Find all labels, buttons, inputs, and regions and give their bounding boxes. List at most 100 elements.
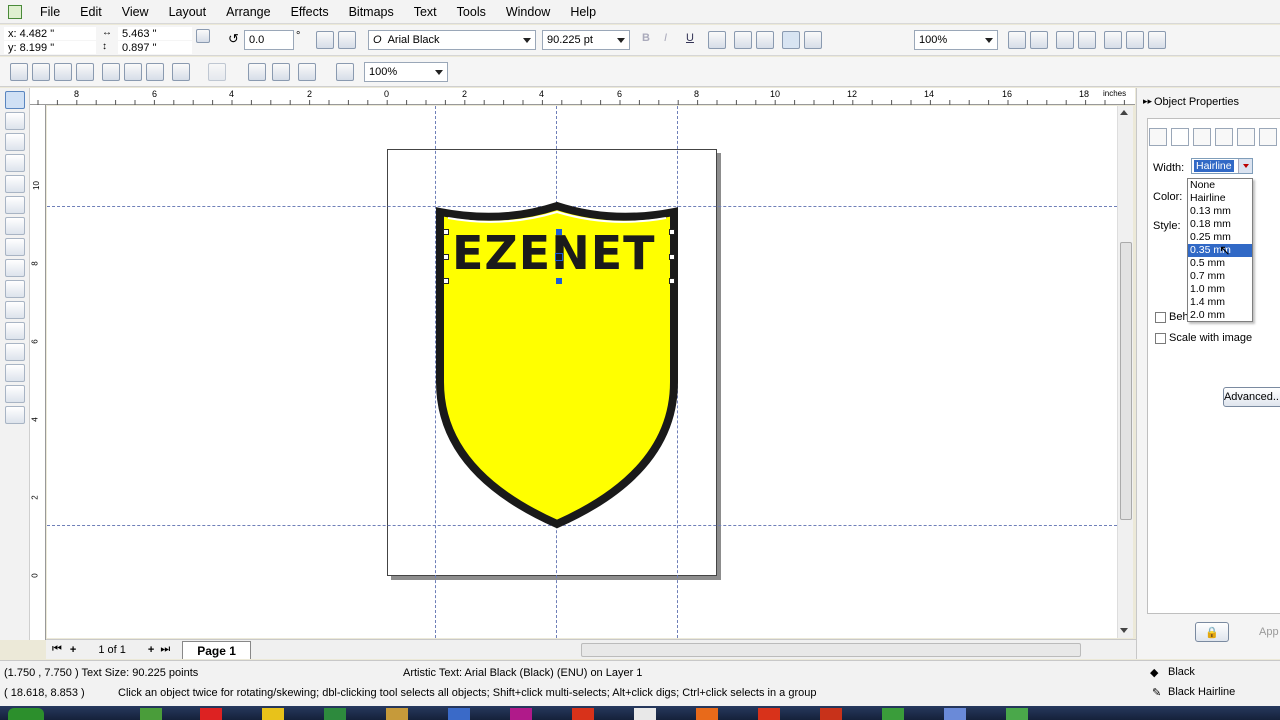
selection-handle[interactable]: [556, 278, 562, 284]
zoom-level-list[interactable]: 100%: [914, 30, 998, 50]
width-option[interactable]: 1.4 mm: [1188, 296, 1252, 309]
fill-tool-icon[interactable]: [5, 385, 25, 403]
taskbar-app-icon[interactable]: [324, 708, 346, 720]
taskbar-app-icon[interactable]: [200, 708, 222, 720]
bold-icon[interactable]: B: [642, 32, 650, 44]
welcome-screen-icon[interactable]: [336, 63, 354, 81]
eyedropper-tool-icon[interactable]: [5, 343, 25, 361]
mirror-vertical-icon[interactable]: [338, 31, 356, 49]
vertical-ruler[interactable]: 10 8 6 4 2 0: [30, 105, 46, 640]
shape-tool-icon[interactable]: [5, 112, 25, 130]
taskbar-app-icon[interactable]: [634, 708, 656, 720]
taskbar-app-icon[interactable]: [386, 708, 408, 720]
behind-fill-checkbox[interactable]: [1155, 312, 1166, 323]
outline-width-dropdown[interactable]: Hairline: [1191, 158, 1253, 174]
menu-effects[interactable]: Effects: [281, 0, 339, 24]
menu-text[interactable]: Text: [404, 0, 447, 24]
selection-handle[interactable]: [669, 254, 675, 260]
crop-tool-icon[interactable]: [5, 133, 25, 151]
ellipse-tool-icon[interactable]: [5, 238, 25, 256]
scroll-thumb[interactable]: [1120, 242, 1132, 520]
lock-ratio-icon[interactable]: [196, 29, 210, 43]
scroll-down-icon[interactable]: [1120, 628, 1128, 633]
menu-layout[interactable]: Layout: [159, 0, 217, 24]
taskbar-app-icon[interactable]: [1006, 708, 1028, 720]
menu-view[interactable]: View: [112, 0, 159, 24]
polygon-tool-icon[interactable]: [5, 259, 25, 277]
text-tab-icon[interactable]: [1259, 128, 1277, 146]
height-field[interactable]: 0.897 ": [118, 41, 192, 54]
print-icon[interactable]: [76, 63, 94, 81]
bullet-list-icon[interactable]: [734, 31, 752, 49]
add-page-icon[interactable]: +: [70, 644, 76, 656]
basic-shapes-tool-icon[interactable]: [5, 280, 25, 298]
open-icon[interactable]: [32, 63, 50, 81]
copy-icon[interactable]: [124, 63, 142, 81]
taskbar-app-icon[interactable]: [448, 708, 470, 720]
first-page-icon[interactable]: ⏮: [52, 643, 62, 656]
selection-handle[interactable]: [556, 229, 562, 235]
horizontal-scrollbar[interactable]: [580, 642, 1081, 657]
interactive-fill-tool-icon[interactable]: [5, 406, 25, 424]
font-list[interactable]: O Arial Black: [368, 30, 536, 50]
taskbar-app-icon[interactable]: [510, 708, 532, 720]
zoom-height-icon[interactable]: [1148, 31, 1166, 49]
zoom-selected-icon[interactable]: [1056, 31, 1074, 49]
smart-fill-tool-icon[interactable]: [5, 196, 25, 214]
menu-arrange[interactable]: Arrange: [216, 0, 280, 24]
start-button[interactable]: [8, 708, 44, 720]
text-tool-icon[interactable]: [5, 301, 25, 319]
menu-window[interactable]: Window: [496, 0, 560, 24]
mirror-horizontal-icon[interactable]: [316, 31, 334, 49]
taskbar-app-icon[interactable]: [140, 708, 162, 720]
outline-tool-icon[interactable]: [5, 364, 25, 382]
interactive-blend-tool-icon[interactable]: [5, 322, 25, 340]
menu-bitmaps[interactable]: Bitmaps: [339, 0, 404, 24]
menu-tools[interactable]: Tools: [447, 0, 496, 24]
status-outline[interactable]: Black Hairline: [1168, 686, 1235, 698]
align-icon[interactable]: [708, 31, 726, 49]
scale-with-image-checkbox[interactable]: [1155, 333, 1166, 344]
font-size-list[interactable]: 90.225 pt: [542, 30, 630, 50]
angle-field[interactable]: 0.0: [244, 30, 294, 50]
selection-handle[interactable]: [443, 229, 449, 235]
status-fill[interactable]: Black: [1168, 666, 1195, 678]
taskbar-app-icon[interactable]: [262, 708, 284, 720]
application-launcher-icon[interactable]: [298, 63, 316, 81]
italic-icon[interactable]: I: [664, 32, 667, 44]
pick-tool-icon[interactable]: [5, 91, 25, 109]
zoom-in-icon[interactable]: [1008, 31, 1026, 49]
save-icon[interactable]: [54, 63, 72, 81]
last-page-icon[interactable]: ⏭: [160, 643, 170, 656]
selection-center-icon[interactable]: [555, 253, 563, 261]
add-page-after-icon[interactable]: +: [148, 644, 154, 656]
y-position-field[interactable]: y: 8.199 ": [4, 41, 96, 54]
docker-collapse-icon[interactable]: ▸▸: [1143, 96, 1152, 107]
undo-icon[interactable]: [172, 63, 190, 81]
taskbar-app-icon[interactable]: [758, 708, 780, 720]
edit-text-icon[interactable]: [804, 31, 822, 49]
app-icon[interactable]: [8, 4, 22, 19]
redo-icon[interactable]: [208, 63, 226, 81]
advanced-button[interactable]: Advanced...: [1223, 387, 1280, 407]
taskbar-app-icon[interactable]: [944, 708, 966, 720]
menu-file[interactable]: File: [30, 0, 70, 24]
vertical-scrollbar[interactable]: [1117, 106, 1133, 638]
menu-edit[interactable]: Edit: [70, 0, 112, 24]
taskbar-app-icon[interactable]: [696, 708, 718, 720]
cut-icon[interactable]: [102, 63, 120, 81]
taskbar-app-icon[interactable]: [882, 708, 904, 720]
drawing-canvas[interactable]: EZENET: [47, 106, 1117, 638]
zoom-page-icon[interactable]: [1104, 31, 1122, 49]
chevron-down-icon[interactable]: [1238, 159, 1252, 173]
width-field[interactable]: 5.463 ": [118, 27, 192, 40]
general-tab-icon[interactable]: [1193, 128, 1211, 146]
rectangle-tool-icon[interactable]: [5, 217, 25, 235]
zoom-tool-icon[interactable]: [5, 154, 25, 172]
new-icon[interactable]: [10, 63, 28, 81]
width-option[interactable]: Hairline: [1188, 192, 1252, 205]
internet-tab-icon[interactable]: [1237, 128, 1255, 146]
selection-handle[interactable]: [443, 278, 449, 284]
zoom-levels-list[interactable]: 100%: [364, 62, 448, 82]
taskbar-app-icon[interactable]: [820, 708, 842, 720]
